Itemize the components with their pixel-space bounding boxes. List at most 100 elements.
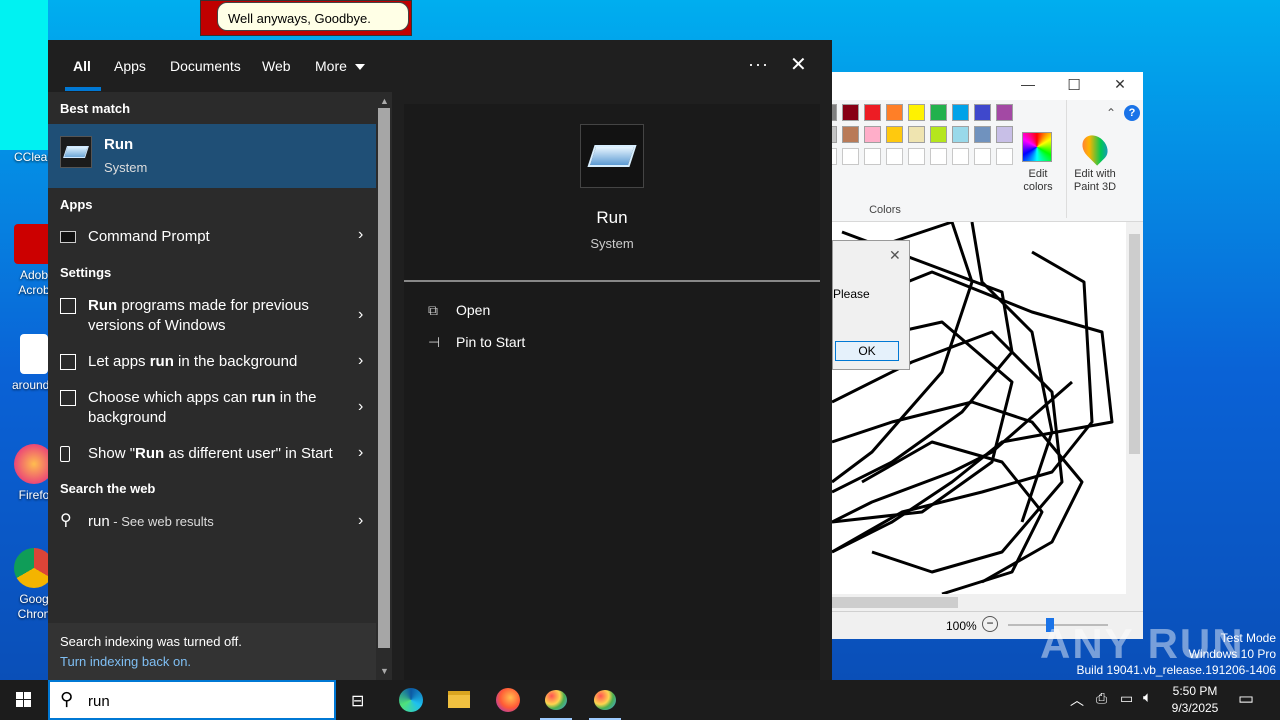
custom-color-swatch[interactable] (996, 148, 1013, 165)
color-swatch[interactable] (886, 104, 903, 121)
taskbar-edge[interactable] (387, 680, 435, 720)
close-icon[interactable]: ✕ (790, 52, 807, 77)
taskbar-paint-1[interactable] (532, 680, 580, 720)
windows-logo-icon (16, 692, 23, 699)
vertical-scrollbar[interactable] (1126, 222, 1143, 594)
tab-all[interactable]: All (73, 58, 91, 74)
paint-ribbon: ⌃ ? Colors Edit colors Edit with Paint 3… (832, 100, 1143, 222)
turn-indexing-on-link[interactable]: Turn indexing back on. (60, 654, 191, 669)
result-settings-run-as[interactable]: Show "Run as different user" in Start › (48, 436, 376, 472)
chevron-right-icon[interactable]: › (358, 352, 368, 369)
message-dialog[interactable]: ✕ Please OK (832, 240, 910, 370)
color-swatch[interactable] (974, 126, 991, 143)
best-match-header: Best match (60, 101, 131, 116)
chevron-right-icon[interactable]: › (358, 444, 368, 461)
tab-documents[interactable]: Documents (170, 58, 241, 74)
result-web-search[interactable]: ⚲ run - See web results › (48, 504, 376, 540)
clock-time: 5:50 PM (1172, 684, 1218, 698)
taskbar-file-explorer[interactable] (435, 680, 483, 720)
taskbar-paint-2[interactable] (581, 680, 629, 720)
custom-color-swatch[interactable] (908, 148, 925, 165)
chevron-right-icon[interactable]: › (358, 226, 368, 243)
task-view-button[interactable]: ⊟ (336, 680, 384, 720)
edit-colors-icon[interactable] (1022, 132, 1052, 162)
close-icon[interactable]: ✕ (1110, 76, 1130, 96)
notifications-icon[interactable]: ▭ (1238, 689, 1254, 709)
color-swatch[interactable] (842, 104, 859, 121)
tab-more[interactable]: More (315, 58, 365, 74)
scroll-up-icon[interactable]: ▲ (380, 96, 389, 106)
chevron-right-icon[interactable]: › (358, 306, 368, 323)
result-label: Command Prompt (88, 228, 210, 245)
custom-color-swatch[interactable] (864, 148, 881, 165)
dialog-close-icon[interactable]: ✕ (889, 247, 901, 264)
scrollbar-thumb[interactable] (378, 108, 390, 648)
custom-color-swatch[interactable] (974, 148, 991, 165)
more-options-icon[interactable]: ··· (748, 54, 769, 75)
color-swatch[interactable] (886, 126, 903, 143)
volume-icon[interactable]: 🔈︎ (1143, 689, 1152, 706)
edge-icon (399, 688, 423, 712)
horizontal-scrollbar[interactable] (832, 594, 1126, 611)
action-pin-to-start[interactable]: ⊣ Pin to Start (428, 334, 525, 351)
color-swatch[interactable] (996, 126, 1013, 143)
custom-color-swatch[interactable] (930, 148, 947, 165)
edit-colors-label[interactable]: Edit colors (1016, 168, 1060, 194)
desktop-icon-label: Adob Acrob (18, 268, 50, 297)
network-icon[interactable]: ▭ (1120, 690, 1133, 707)
scrollbar-thumb[interactable] (1129, 234, 1140, 454)
start-button[interactable] (0, 680, 48, 720)
chevron-right-icon[interactable]: › (358, 512, 368, 529)
dialog-ok-button[interactable]: OK (835, 341, 899, 361)
help-icon[interactable]: ? (1124, 105, 1140, 121)
color-swatch[interactable] (930, 104, 947, 121)
color-swatch[interactable] (908, 126, 925, 143)
search-results-list: Best match Run System Apps Command Promp… (48, 92, 376, 623)
result-settings-background[interactable]: Let apps run in the background › (48, 344, 376, 380)
tray-device-icon[interactable]: ⎙ (1096, 690, 1107, 707)
color-swatch[interactable] (832, 126, 837, 143)
search-input[interactable] (88, 690, 318, 712)
result-settings-choose-apps[interactable]: Choose which apps can run in the backgro… (48, 380, 376, 432)
color-swatch[interactable] (952, 126, 969, 143)
paint3d-icon[interactable] (1077, 130, 1113, 166)
action-open[interactable]: ⧉ Open (428, 302, 490, 319)
custom-color-swatch[interactable] (952, 148, 969, 165)
tab-web[interactable]: Web (262, 58, 291, 74)
chevron-right-icon[interactable]: › (358, 398, 368, 415)
best-match-run[interactable]: Run System (48, 124, 376, 188)
search-icon: ⚲ (60, 512, 72, 529)
edit-with-paint3d-label[interactable]: Edit with Paint 3D (1070, 168, 1120, 194)
color-swatch[interactable] (952, 104, 969, 121)
taskbar-firefox[interactable] (484, 680, 532, 720)
custom-color-swatch[interactable] (832, 148, 837, 165)
color-swatch[interactable] (864, 126, 881, 143)
speech-bubble: Well anyways, Goodbye. (217, 2, 409, 31)
zoom-out-icon[interactable]: − (982, 616, 998, 632)
custom-color-swatch[interactable] (842, 148, 859, 165)
color-swatch[interactable] (930, 126, 947, 143)
minimize-icon[interactable]: — (1018, 76, 1038, 96)
paint-titlebar[interactable]: — ☐ ✕ (832, 72, 1143, 100)
result-command-prompt[interactable]: Command Prompt › (48, 218, 376, 254)
settings-choose-apps-icon (60, 390, 76, 406)
color-swatch[interactable] (864, 104, 881, 121)
maximize-icon[interactable]: ☐ (1064, 76, 1084, 96)
tab-apps[interactable]: Apps (114, 58, 146, 74)
scroll-down-icon[interactable]: ▼ (380, 666, 389, 676)
collapse-ribbon-icon[interactable]: ⌃ (1106, 106, 1116, 120)
color-swatch[interactable] (842, 126, 859, 143)
color-swatch[interactable] (996, 104, 1013, 121)
scrollbar-thumb[interactable] (832, 597, 958, 608)
taskbar: ⚲ ⊟ ︿ ⎙ ▭ 🔈︎ 5:50 PM 9/3/2025 ▭ (0, 680, 1280, 720)
taskbar-clock[interactable]: 5:50 PM 9/3/2025 (1160, 683, 1230, 717)
taskbar-search-box[interactable]: ⚲ (48, 680, 336, 720)
custom-color-swatch[interactable] (886, 148, 903, 165)
settings-run-as-icon (60, 446, 70, 462)
color-swatch[interactable] (832, 104, 837, 121)
result-settings-compat[interactable]: Run programs made for previous versions … (48, 288, 376, 340)
tray-overflow-icon[interactable]: ︿ (1070, 690, 1084, 710)
color-swatch[interactable] (974, 104, 991, 121)
color-swatch[interactable] (908, 104, 925, 121)
results-scrollbar[interactable]: ▲ ▼ (376, 92, 392, 680)
